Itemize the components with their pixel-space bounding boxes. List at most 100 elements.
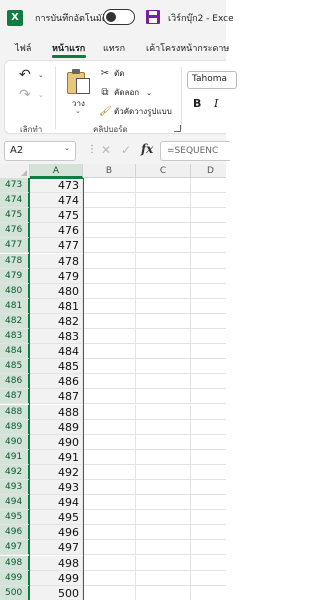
cell-a[interactable]: 485	[30, 359, 83, 375]
cell-d[interactable]	[191, 329, 226, 345]
row-header[interactable]: 481	[0, 298, 30, 314]
cell-b[interactable]	[83, 329, 136, 345]
row-header[interactable]: 485	[0, 359, 30, 375]
cell-c[interactable]	[136, 344, 191, 360]
cell-b[interactable]	[83, 178, 136, 194]
cell-b[interactable]	[83, 298, 136, 314]
autosave-toggle[interactable]	[103, 9, 135, 25]
cell-c[interactable]	[136, 480, 191, 496]
name-box-dropdown-icon[interactable]: ⌄	[64, 144, 70, 152]
cell-d[interactable]	[191, 405, 226, 420]
row-header[interactable]: 492	[0, 464, 30, 480]
cell-a[interactable]: 492	[30, 464, 83, 480]
cancel-icon[interactable]: ✕	[101, 143, 111, 157]
cell-c[interactable]	[136, 434, 191, 450]
save-icon[interactable]	[146, 10, 160, 24]
row-header[interactable]: 491	[0, 449, 30, 465]
cell-b[interactable]	[83, 268, 136, 284]
cell-c[interactable]	[136, 313, 191, 329]
cell-b[interactable]	[83, 223, 136, 239]
cell-d[interactable]	[191, 193, 226, 209]
cell-a[interactable]: 500	[30, 585, 83, 600]
row-header[interactable]: 484	[0, 344, 30, 360]
cell-d[interactable]	[191, 314, 226, 329]
column-header-a[interactable]: A	[30, 164, 83, 178]
paste-dropdown-icon[interactable]: ⌄	[75, 107, 81, 115]
cell-b[interactable]	[83, 540, 136, 556]
cell-b[interactable]	[83, 238, 136, 254]
cell-c[interactable]	[136, 570, 191, 586]
cell-d[interactable]	[191, 510, 226, 526]
row-header[interactable]: 486	[0, 374, 30, 390]
cell-d[interactable]	[191, 420, 226, 435]
cell-b[interactable]	[83, 480, 136, 496]
cell-a[interactable]: 490	[30, 434, 83, 450]
format-painter-button[interactable]: 🖌 ตัวคัดวางรูปแบบ	[99, 105, 172, 118]
cell-a[interactable]: 486	[30, 374, 83, 390]
row-header[interactable]: 478	[0, 253, 30, 269]
cell-c[interactable]	[136, 540, 191, 556]
column-header-b[interactable]: B	[83, 164, 136, 178]
cell-b[interactable]	[83, 525, 136, 541]
select-all-button[interactable]	[0, 164, 30, 178]
formula-input[interactable]: =SEQUENC	[160, 141, 230, 161]
cell-b[interactable]	[83, 585, 136, 600]
cell-d[interactable]	[191, 525, 226, 541]
tab-file[interactable]: ไฟล์	[15, 41, 31, 55]
cell-b[interactable]	[83, 389, 136, 405]
cell-b[interactable]	[83, 434, 136, 450]
tab-home[interactable]: หน้าแรก	[52, 41, 85, 55]
cell-d[interactable]	[191, 556, 226, 571]
cell-a[interactable]: 487	[30, 389, 83, 405]
cell-d[interactable]	[191, 465, 226, 480]
cell-a[interactable]: 481	[30, 298, 83, 314]
cell-d[interactable]	[191, 450, 226, 465]
clipboard-launcher-icon[interactable]	[174, 125, 181, 132]
row-header[interactable]: 483	[0, 329, 30, 345]
cell-a[interactable]: 475	[30, 208, 83, 224]
cell-c[interactable]	[136, 193, 191, 209]
row-header[interactable]: 474	[0, 193, 30, 209]
cell-c[interactable]	[136, 555, 191, 571]
copy-button[interactable]: ⧉ คัดลอก ⌄	[99, 86, 152, 99]
cell-c[interactable]	[136, 525, 191, 541]
cell-d[interactable]	[191, 586, 226, 600]
cell-c[interactable]	[136, 404, 191, 420]
cell-b[interactable]	[83, 374, 136, 390]
cell-c[interactable]	[136, 510, 191, 526]
row-header[interactable]: 489	[0, 419, 30, 435]
cell-c[interactable]	[136, 268, 191, 284]
row-header[interactable]: 493	[0, 480, 30, 496]
cell-c[interactable]	[136, 178, 191, 194]
cell-d[interactable]	[191, 374, 226, 390]
cell-d[interactable]	[191, 178, 226, 194]
cell-b[interactable]	[83, 313, 136, 329]
redo-dropdown-icon[interactable]: ⌄	[38, 91, 44, 99]
cell-b[interactable]	[83, 359, 136, 375]
cell-d[interactable]	[191, 223, 226, 239]
row-header[interactable]: 495	[0, 510, 30, 526]
row-header[interactable]: 475	[0, 208, 30, 224]
cell-a[interactable]: 474	[30, 193, 83, 209]
cell-c[interactable]	[136, 389, 191, 405]
cell-a[interactable]: 484	[30, 344, 83, 360]
cell-a[interactable]: 491	[30, 449, 83, 465]
cell-a[interactable]: 489	[30, 419, 83, 435]
cell-d[interactable]	[191, 480, 226, 496]
cell-b[interactable]	[83, 555, 136, 571]
row-header[interactable]: 490	[0, 434, 30, 450]
cell-d[interactable]	[191, 299, 226, 314]
cell-b[interactable]	[83, 419, 136, 435]
cell-d[interactable]	[191, 238, 226, 254]
cell-c[interactable]	[136, 329, 191, 345]
cell-c[interactable]	[136, 359, 191, 375]
cell-d[interactable]	[191, 344, 226, 360]
insert-function-button[interactable]: fx	[141, 142, 153, 156]
row-header[interactable]: 482	[0, 313, 30, 329]
paste-icon[interactable]	[67, 69, 91, 95]
row-header[interactable]: 473	[0, 178, 30, 194]
row-header[interactable]: 497	[0, 540, 30, 556]
cell-b[interactable]	[83, 570, 136, 586]
cell-d[interactable]	[191, 540, 226, 556]
cell-a[interactable]: 479	[30, 268, 83, 284]
